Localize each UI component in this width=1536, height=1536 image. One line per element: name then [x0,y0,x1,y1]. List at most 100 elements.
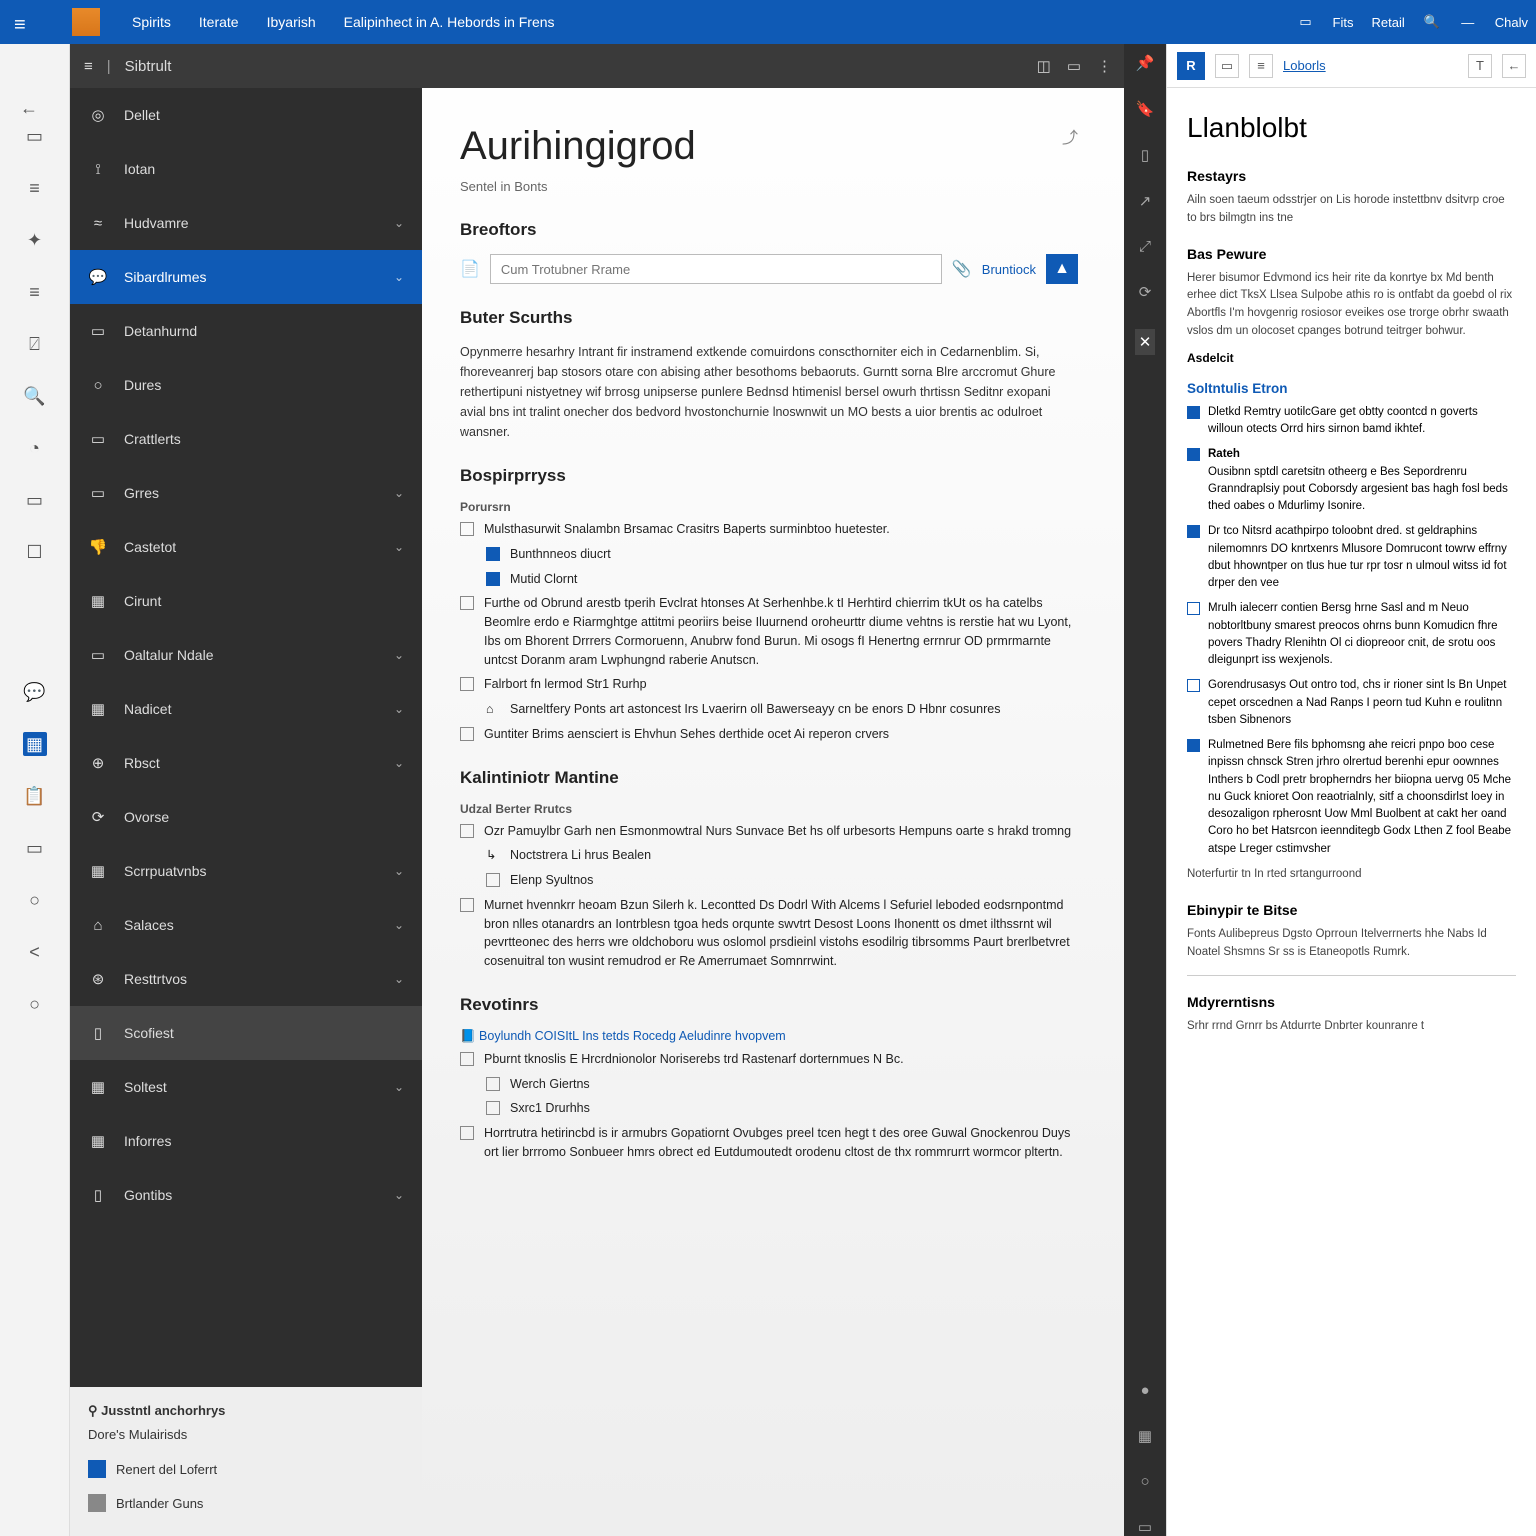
checkbox-icon[interactable] [460,898,474,912]
rail-icon-3[interactable]: ≡ [23,280,47,304]
title-tab-2[interactable]: Ibyarish [253,0,330,44]
panel-tool-4[interactable]: ← [1502,54,1526,78]
checkbox-icon[interactable] [460,727,474,741]
arrow-icon[interactable]: ↗ [1139,192,1152,210]
search-button[interactable]: ▲ [1046,254,1078,284]
checkbox-row-7b[interactable]: Sxrc1 Drurhhs [486,1099,1078,1118]
window-icon[interactable]: ▭ [1297,13,1315,31]
nav-item-4[interactable]: ▭Detanhurnd [70,304,422,358]
grid-icon[interactable]: ▦ [1138,1427,1152,1445]
nav-item-0[interactable]: ◎Dellet [70,88,422,142]
nav-item-1[interactable]: ⟟Iotan [70,142,422,196]
hamburger-icon[interactable]: ≡ [14,14,26,37]
checkbox-row-6[interactable]: Murnet hvennkrr heoam Bzun Silerh k. Lec… [460,896,1078,971]
nav-item-19[interactable]: ▦Inforres [70,1114,422,1168]
back-arrow-icon[interactable]: ← [20,98,38,119]
nav-item-15[interactable]: ⌂Salaces⌄ [70,898,422,952]
checkbox-icon[interactable] [486,1077,500,1091]
menu-icon[interactable]: ≡ [84,58,93,75]
nav-item-6[interactable]: ▭Crattlerts [70,412,422,466]
app-logo-icon[interactable] [72,8,100,36]
title-tab-1[interactable]: Iterate [185,0,253,44]
box-icon[interactable]: ▭ [1138,1518,1152,1536]
rail-icon-7[interactable]: ▭ [23,488,47,512]
nav-item-10[interactable]: ▭Oaltalur Ndale⌄ [70,628,422,682]
split-icon[interactable]: ◫ [1037,57,1051,75]
checkbox-icon[interactable] [1187,679,1200,692]
rail-icon-1[interactable]: ≡ [23,176,47,200]
rail-icon-0[interactable]: ▭ [23,124,47,148]
panel-tool-2[interactable]: ≡ [1249,54,1273,78]
bookmark-icon[interactable]: 🔖 [1136,100,1155,118]
panel-tool-3[interactable]: T [1468,54,1492,78]
checkbox-row-5b[interactable]: Elenp Syultnos [486,871,1078,890]
nav-item-16[interactable]: ⊛Resttrtvos⌄ [70,952,422,1006]
checkbox-icon[interactable] [486,572,500,586]
rail-icon-2[interactable]: ✦ [23,228,47,252]
close-icon[interactable]: ✕ [1135,329,1156,355]
checkbox-row-3[interactable]: Falrbort fn lermod Str1 Rurhp [460,675,1078,694]
dot-icon[interactable]: ● [1140,1382,1149,1399]
rail-icon-6[interactable]: ◔ [23,436,47,460]
nav-item-13[interactable]: ⟳Ovorse [70,790,422,844]
search-icon[interactable]: 🔍 [1423,13,1441,31]
more-icon[interactable]: ⋮ [1097,57,1112,75]
rail-icon-12[interactable]: 📋 [23,784,47,808]
rail-icon-13[interactable]: ▭ [23,836,47,860]
nav-item-12[interactable]: ⊕Rbsct⌄ [70,736,422,790]
checkbox-icon[interactable] [1187,448,1200,461]
column-icon[interactable]: ▯ [1141,146,1149,164]
panel-chk-4[interactable]: Mrulh ialecerr contien Bersg hrne Sasl a… [1187,600,1516,669]
search-input[interactable] [490,254,942,284]
footer-row-1[interactable]: Brtlander Guns [88,1486,404,1520]
link-boylundh[interactable]: 📘 Boylundh COISItL Ins tetds Rocedg Aelu… [460,1029,1078,1044]
panel-link[interactable]: Loborls [1283,58,1326,73]
checkbox-icon[interactable] [1187,406,1200,419]
checkbox-row-8[interactable]: Horrtrutra hetirincbd is ir armubrs Gopa… [460,1124,1078,1162]
checkbox-icon[interactable] [460,1126,474,1140]
nav-item-5[interactable]: ○Dures [70,358,422,412]
attach-icon[interactable]: 📎 [952,259,972,279]
checkbox-icon[interactable] [460,824,474,838]
checkbox-icon[interactable] [460,677,474,691]
pin-icon[interactable]: 📌 [1136,54,1155,72]
panel-badge[interactable]: R [1177,52,1205,80]
panel-chk-1[interactable]: Dletkd Remtry uotilcGare get obtty coont… [1187,404,1516,439]
checkbox-icon[interactable] [486,873,500,887]
checkbox-icon[interactable] [460,1052,474,1066]
rail-icon-15[interactable]: < [23,940,47,964]
footer-row-0[interactable]: Renert del Loferrt [88,1452,404,1486]
panel-chk-6[interactable]: Rulmetned Bere fils bphomsng ahe reicri … [1187,737,1516,858]
refresh-icon[interactable]: ⟳ [1139,283,1152,301]
checkbox-icon[interactable] [1187,602,1200,615]
title-tab-0[interactable]: Spirits [118,0,185,44]
panel-tool-1[interactable]: ▭ [1215,54,1239,78]
nav-item-8[interactable]: 👎Castetot⌄ [70,520,422,574]
checkbox-row-7a[interactable]: Werch Giertns [486,1075,1078,1094]
rail-icon-4[interactable]: ⍁ [23,332,47,356]
checkbox-row-1[interactable]: Mulsthasurwit Snalambn Brsamac Crasitrs … [460,520,1078,539]
checkbox-icon[interactable] [1187,525,1200,538]
title-right-0[interactable]: Fits [1333,15,1354,30]
checkbox-icon[interactable] [1187,739,1200,752]
rail-icon-8[interactable]: ☐ [23,540,47,564]
rail-icon-11[interactable]: ▦ [23,732,47,756]
nav-item-18[interactable]: ▦Soltest⌄ [70,1060,422,1114]
panel-icon[interactable]: ▭ [1067,57,1081,75]
search-link[interactable]: Bruntiock [982,262,1036,277]
expand-icon[interactable]: ⤢ [1139,238,1151,255]
share-icon[interactable]: ⤴ [1062,124,1078,148]
minimize-icon[interactable]: — [1459,13,1477,31]
rail-icon-10[interactable]: 💬 [23,680,47,704]
rail-icon-5[interactable]: 🔍 [23,384,47,408]
title-tab-3[interactable]: Ealipinhect in A. Hebords in Frens [330,0,569,44]
checkbox-icon[interactable] [460,522,474,536]
checkbox-row-5[interactable]: Ozr Pamuylbr Garh nen Esmonmowtral Nurs … [460,822,1078,841]
panel-chk-5[interactable]: Gorendrusasys Out ontro tod, chs ir rion… [1187,677,1516,729]
rail-icon-14[interactable]: ○ [23,888,47,912]
checkbox-row-1b[interactable]: Mutid Clornt [486,570,1078,589]
checkbox-icon[interactable] [460,596,474,610]
nav-item-3[interactable]: 💬Sibardlrumes⌄ [70,250,422,304]
nav-item-7[interactable]: ▭Grres⌄ [70,466,422,520]
panel-chk-3[interactable]: Dr tco Nitsrd acathpirpo toloobnt dred. … [1187,523,1516,592]
